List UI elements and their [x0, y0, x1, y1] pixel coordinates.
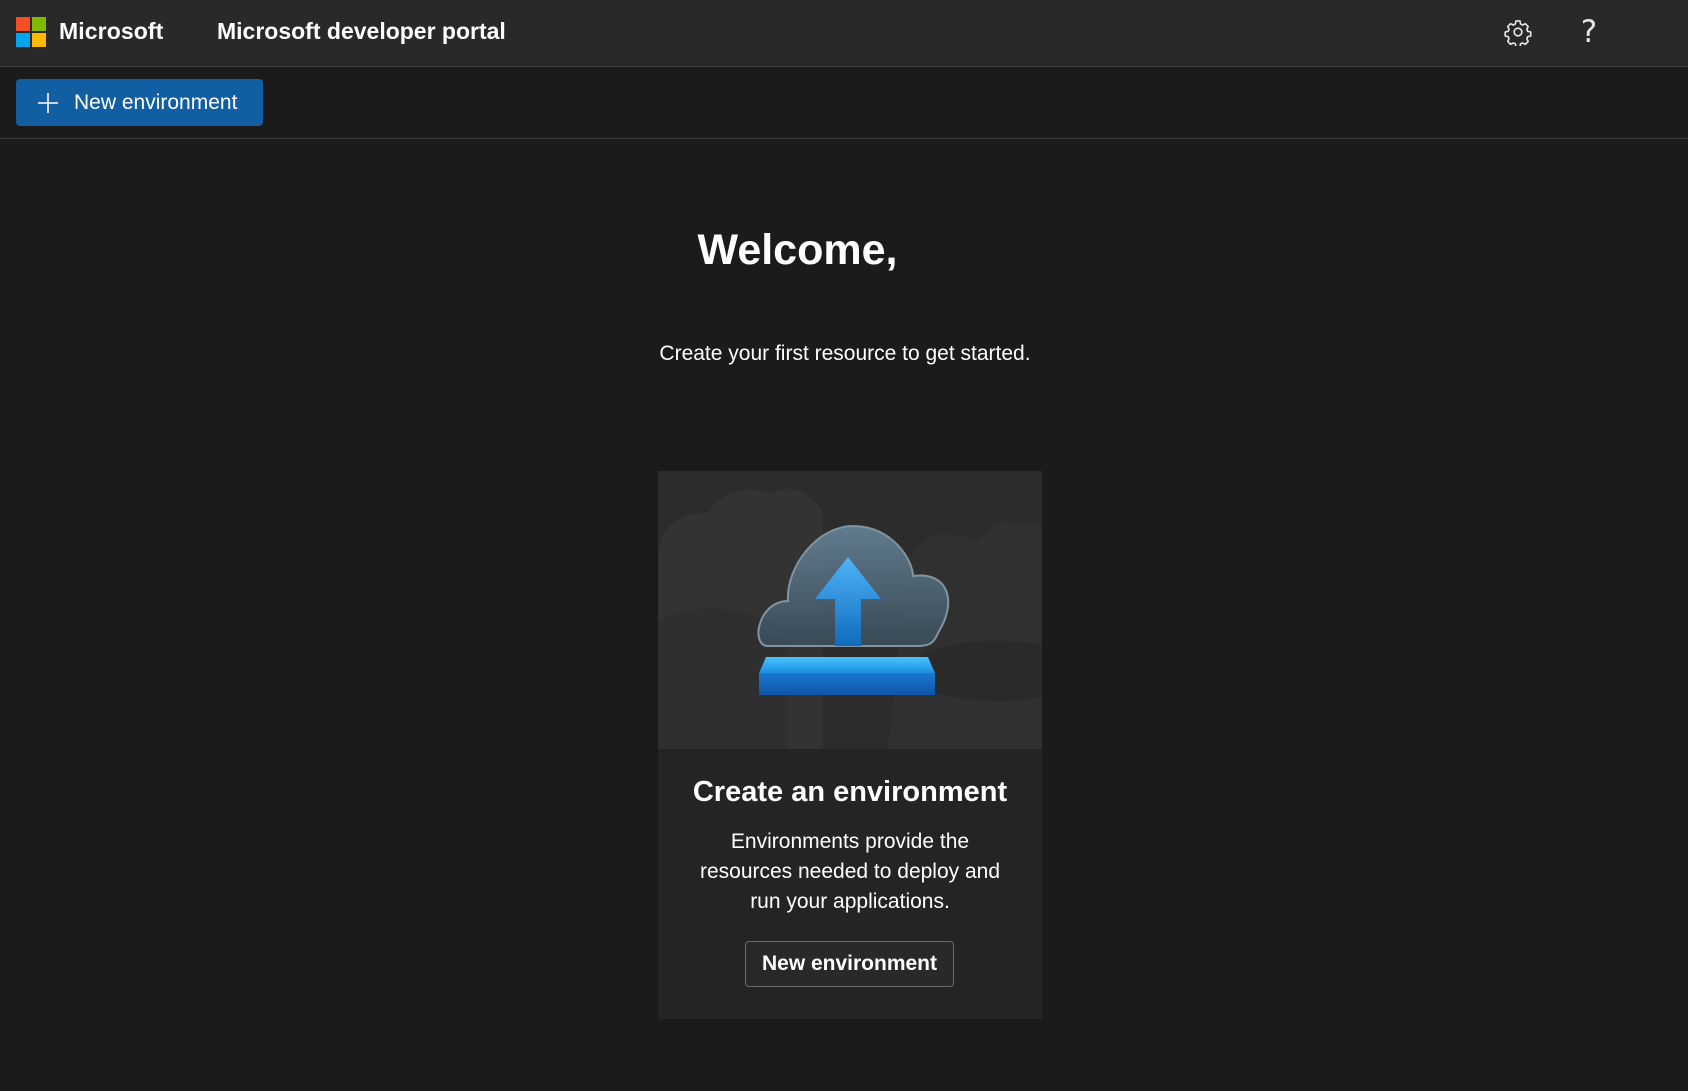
- gear-icon: [1504, 20, 1532, 46]
- welcome-subtitle: Create your first resource to get starte…: [659, 342, 1031, 365]
- microsoft-logo-icon: [16, 17, 46, 47]
- card-illustration: [658, 471, 1042, 749]
- logo-square-blue: [16, 33, 30, 47]
- plus-icon: [38, 92, 58, 113]
- portal-title[interactable]: Microsoft developer portal: [217, 18, 506, 45]
- new-environment-label: New environment: [74, 90, 238, 114]
- logo-square-yellow: [32, 33, 46, 47]
- card-title: Create an environment: [692, 776, 1008, 808]
- cloud-upload-icon: [658, 488, 1042, 749]
- card-description: Environments provide the resources neede…: [699, 830, 1001, 913]
- help-button[interactable]: ?: [1571, 14, 1607, 50]
- card-new-environment-button[interactable]: New environment: [745, 941, 954, 987]
- brand-name[interactable]: Microsoft: [59, 18, 163, 45]
- settings-button[interactable]: [1500, 14, 1536, 50]
- logo-square-red: [16, 17, 30, 31]
- top-bar: Microsoft Microsoft developer portal ?: [0, 0, 1688, 67]
- create-environment-card: Create an environment Environments provi…: [658, 471, 1042, 1019]
- command-bar: New environment: [0, 67, 1688, 139]
- help-icon: ?: [1580, 14, 1598, 50]
- new-environment-button[interactable]: New environment: [16, 79, 263, 126]
- logo-square-green: [32, 17, 46, 31]
- welcome-heading: Welcome,: [697, 226, 898, 274]
